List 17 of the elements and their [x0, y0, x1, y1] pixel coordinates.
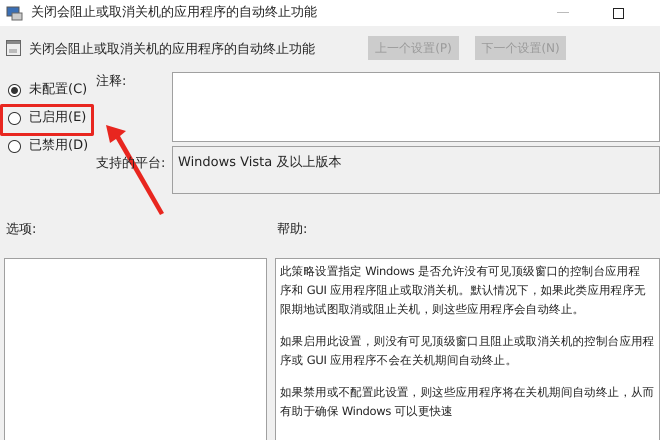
minimize-icon[interactable] [557, 12, 569, 14]
radio-option[interactable]: 已启用(E) [0, 104, 96, 132]
radio-option[interactable]: 已禁用(D) [0, 132, 96, 160]
maximize-icon[interactable] [613, 8, 624, 18]
computer-icon [6, 6, 23, 20]
comment-field[interactable] [172, 72, 660, 142]
radio-option[interactable]: 未配置(C) [0, 76, 96, 104]
comment-label: 注释: [96, 73, 128, 91]
help-label: 帮助: [277, 221, 308, 239]
window-title: 关闭会阻止或取消关机的应用程序的自动终止功能 [31, 4, 317, 22]
dialog-title: 关闭会阻止或取消关机的应用程序的自动终止功能 [29, 41, 315, 59]
help-paragraph: 如果禁用或不配置此设置，则这些应用程序将在关机期间自动终止，从而 有助于确保 Windows 可以更快速 [280, 384, 655, 420]
help-paragraph: 如果启用此设置，则没有可见顶级窗口且阻止或取消关机的控制台应用程 序或 GUI 应用程序不会在关机期间自动终止。 [280, 333, 655, 369]
help-paragraph: 此策略设置指定 Windows 是否允许没有可见顶级窗口的控制台应用程 序和 GUI 应用程序阻止或取消关机。默认情况下，如果此类应用程序无 限期地试图取消或阻止关机，则这些应用程序会自动终止。 [280, 263, 647, 318]
options-label: 选项: [6, 221, 38, 239]
platform-field: Windows Vista 及以上版本 [172, 146, 660, 194]
policy-icon [6, 40, 21, 56]
